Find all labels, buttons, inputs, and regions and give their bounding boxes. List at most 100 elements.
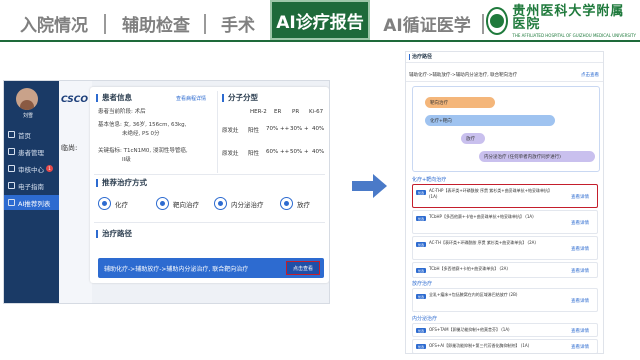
mol-cell: 阳性 [248, 151, 260, 157]
flow-step-targeted[interactable]: 靶向治疗 [425, 97, 495, 108]
list-item[interactable]: 优选 TCbHP【多西他赛+卡铂+曲妥珠单抗+帕妥珠单抗】 (1A) 查看详情 [412, 210, 598, 234]
tab-ai-evidence[interactable]: AI循证医学 [374, 6, 480, 40]
treatment-path-title: 治疗路径 [96, 230, 132, 238]
view-details-link[interactable]: 查看详情 [571, 298, 589, 304]
list-item[interactable]: 优选 TCbH【多西他赛+卡铂+曲妥珠单抗】 (2A) 查看详情 [412, 262, 598, 278]
mol-header-ki67: Ki-67 [309, 109, 324, 115]
user-name: 刘雪 [22, 113, 33, 119]
radiation-icon [280, 197, 293, 210]
mol-cell: 阳性 [248, 128, 260, 134]
regimen-text: TCbH【多西他赛+卡铂+曲妥珠单抗】 (2A) [429, 266, 508, 271]
background-page: CSCO 临尚: [59, 81, 92, 303]
tab-separator [104, 14, 106, 34]
background-label: 临尚: [61, 144, 78, 152]
audit-icon [8, 165, 15, 172]
column-divider [217, 91, 218, 173]
ai-recommendation-panel: 患者信息 查看病程详情 患者当前阶段: 术后 基本信息: 女, 36岁, 156… [90, 87, 329, 283]
view-history-link[interactable]: 查看病程详情 [176, 95, 206, 102]
preferred-tag: 优选 [416, 190, 426, 195]
view-details-link[interactable]: 查看详情 [571, 246, 589, 252]
patient-info-title: 患者信息 [96, 94, 132, 102]
hospital-name-cn: 贵州医科大学附属医院 [512, 3, 625, 32]
preferred-tag: 优选 [416, 268, 426, 273]
desktop-app-screenshot: 刘雪 首页 患者管理 审核中心 1 电子指南 AI推荐列表 CSCO 临尚: 患者… [3, 80, 330, 304]
chemo-icon [98, 197, 111, 210]
tab-surgery[interactable]: 手术 [206, 6, 270, 40]
list-item[interactable]: 优选 AC-TH【表环类+环磷酰胺 序贯 紫杉类+曲妥珠单抗】 (2A) 查看详… [412, 236, 598, 260]
arrow-right-icon [352, 181, 374, 191]
preferred-tag: 优选 [416, 294, 426, 299]
treatment-radiation[interactable]: 放疗 [280, 197, 310, 210]
avatar[interactable] [16, 88, 38, 110]
treatment-flow-diagram: 靶向治疗 化疗+靶向 放疗 内分泌治疗 (任何单者内放疗同步进行) [412, 86, 600, 172]
list-icon [8, 199, 15, 206]
tab-separator [482, 14, 484, 34]
regimen-text: TCbHP【多西他赛+卡铂+曲妥珠单抗+帕妥珠单抗】 (1A) [429, 214, 534, 219]
mobile-app-screenshot: 治疗路径 辅助化疗->辅助放疗->辅助内分泌治疗, 联合靶向治疗 点击查看 靶向… [405, 51, 604, 354]
tab-admission[interactable]: 入院情况 [8, 6, 100, 40]
patient-basic-info-2: 未绝经, PS 0分 [122, 131, 160, 137]
section-label-chemo-targeted: 化疗+靶向治疗 [412, 177, 447, 183]
regimen-text: OFS+AI【卵巢功能抑制+第三代芳香化酶抑制剂】 (1A) [429, 343, 530, 348]
sidebar-item-audit[interactable]: 审核中心 1 [4, 161, 59, 176]
list-item[interactable]: 优选 全乳+瘤床+包括腋窝在内的区域淋巴结放疗 (2B) 查看详情 [412, 288, 598, 312]
mol-cell: 50% + [290, 149, 309, 155]
patient-key-indicators: 关键指标: T1cN1M0, 浸润性导管癌, [98, 148, 188, 154]
csco-logo: CSCO [61, 95, 89, 105]
section-label-endocrine: 内分泌治疗 [412, 316, 438, 322]
mobile-path-link[interactable]: 点击查看 [581, 72, 599, 78]
hospital-logo: 贵州医科大学附属医院 THE AFFILIATED HOSPITAL OF GU… [486, 3, 636, 38]
flow-step-chemo-targeted[interactable]: 化疗+靶向 [425, 115, 555, 126]
treatment-chemo[interactable]: 化疗 [98, 197, 128, 210]
user-icon [8, 148, 15, 155]
patient-stage: 患者当前阶段: 术后 [98, 109, 146, 115]
mobile-header-title: 治疗路径 [409, 54, 432, 60]
arrow-head-icon [373, 174, 387, 198]
section-divider [94, 222, 325, 223]
hospital-name-en: THE AFFILIATED HOSPITAL OF GUIZHOU MEDIC… [512, 32, 636, 38]
molecular-type-title: 分子分型 [222, 94, 258, 102]
regimen-text: AC-TH【表环类+环磷酰胺 序贯 紫杉类+曲妥珠单抗】 (2A) [429, 240, 536, 245]
regimen-text: OFS+TAM【卵巢功能抑制+他莫昔芬】 (1A) [429, 327, 510, 332]
target-icon [156, 197, 169, 210]
patient-basic-info: 基本信息: 女, 36岁, 156cm, 63kg, [98, 122, 187, 128]
preferred-tag: 优选 [416, 216, 426, 221]
patient-key-indicators-2: II级 [122, 157, 131, 163]
section-label-radiation: 放疗治疗 [412, 281, 433, 287]
mol-cell: 30% + [290, 126, 309, 132]
treatment-path-bar: 辅助化疗->辅助放疗->辅助内分泌治疗, 联合靶向治疗 点击查看 [98, 258, 324, 278]
view-details-link[interactable]: 查看详情 [571, 220, 589, 226]
tab-auxiliary-exam[interactable]: 辅助检查 [108, 6, 204, 40]
view-details-link[interactable]: 查看详情 [571, 194, 589, 200]
sidebar-item-patients[interactable]: 患者管理 [4, 144, 59, 159]
preferred-tag: 优选 [416, 242, 426, 247]
tab-ai-report[interactable]: AI诊疗报告 [270, 0, 370, 40]
notification-badge: 1 [46, 165, 53, 172]
endocrine-icon [214, 197, 227, 210]
list-item[interactable]: 优选 OFS+TAM【卵巢功能抑制+他莫昔芬】 (1A) 查看详情 [412, 323, 598, 337]
view-details-link[interactable]: 查看详情 [571, 268, 589, 274]
view-details-link[interactable]: 查看详情 [571, 328, 589, 334]
regimen-text: AC-THP【表环类+环磷酰胺 序贯 紫杉类+曲妥珠单抗+帕妥珠单抗】 (1A) [429, 188, 552, 199]
view-path-button[interactable]: 点击查看 [286, 261, 320, 275]
regimen-text: 全乳+瘤床+包括腋窝在内的区域淋巴结放疗 (2B) [429, 292, 518, 297]
sidebar: 刘雪 首页 患者管理 审核中心 1 电子指南 AI推荐列表 [4, 81, 59, 303]
treatment-endocrine[interactable]: 内分泌治疗 [214, 197, 264, 210]
sidebar-item-ai-list[interactable]: AI推荐列表 [4, 195, 59, 210]
list-item[interactable]: 优选 AC-THP【表环类+环磷酰胺 序贯 紫杉类+曲妥珠单抗+帕妥珠单抗】 (… [412, 184, 598, 208]
treatment-path-text: 辅助化疗->辅助放疗->辅助内分泌治疗, 联合靶向治疗 [104, 266, 249, 273]
mol-header-pr: PR [292, 109, 300, 115]
sidebar-item-guide[interactable]: 电子指南 [4, 178, 59, 193]
top-divider [0, 40, 640, 42]
book-icon [8, 182, 15, 189]
treatment-targeted[interactable]: 靶向治疗 [156, 197, 199, 210]
mol-row-label: 原发灶 [222, 128, 239, 134]
preferred-tag: 优选 [416, 344, 426, 349]
mol-header-er: ER [274, 109, 282, 115]
list-item[interactable]: 优选 OFS+AI【卵巢功能抑制+第三代芳香化酶抑制剂】 (1A) 查看详情 [412, 339, 598, 353]
flow-step-endocrine[interactable]: 内分泌治疗 (任何单者内放疗同步进行) [479, 151, 595, 162]
mobile-header: 治疗路径 [406, 52, 603, 63]
view-details-link[interactable]: 查看详情 [571, 344, 589, 350]
flow-step-radiation[interactable]: 放疗 [461, 133, 485, 144]
sidebar-item-home[interactable]: 首页 [4, 127, 59, 142]
